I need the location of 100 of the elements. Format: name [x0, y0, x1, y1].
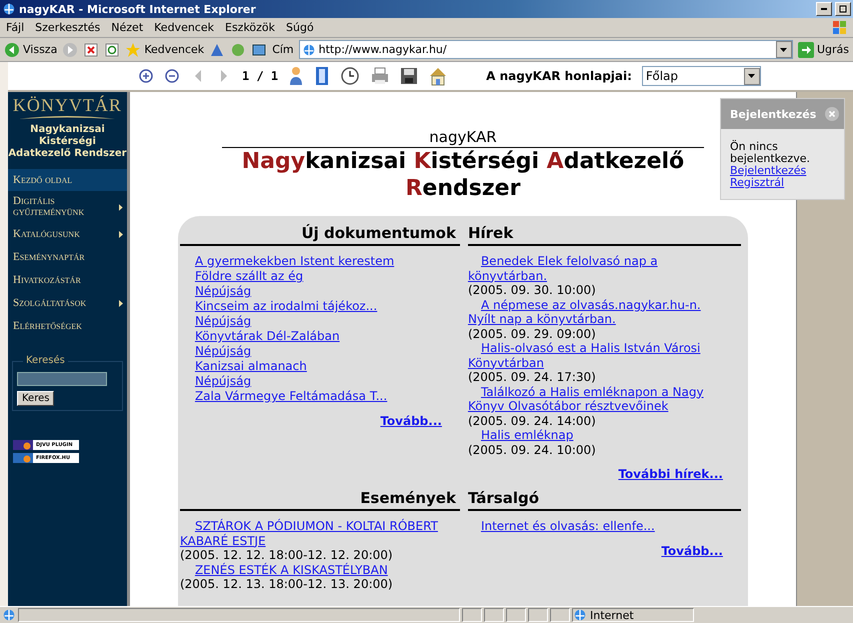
caret-icon — [119, 204, 123, 210]
document-link[interactable]: Könyvtárak Dél-Zalában — [180, 329, 340, 344]
news-link[interactable]: Halis-olvasó est a Halis István Városi Könyvtárban — [468, 341, 741, 370]
document-link[interactable]: Népújság — [180, 284, 252, 299]
minimize-button[interactable] — [816, 2, 832, 16]
go-button[interactable]: Ugrás — [798, 42, 849, 58]
nav-item[interactable]: Elérhetőségek — [8, 315, 127, 337]
search-legend: Keresés — [23, 355, 68, 366]
nav-item[interactable]: Eseménynaptár — [8, 246, 127, 268]
document-link[interactable]: A gyermekekben Istent kerestem — [180, 254, 394, 269]
restore-icon — [839, 5, 847, 13]
menu-item[interactable]: Eszközök — [225, 21, 276, 34]
home-icon[interactable] — [428, 66, 448, 86]
forum-link[interactable]: Internet és olvasás: ellenfe... — [468, 519, 741, 534]
more-link[interactable]: Tovább... — [380, 414, 442, 428]
document-link[interactable]: Kanizsai almanach — [180, 359, 307, 374]
printer-icon[interactable] — [370, 66, 390, 86]
zoom-out-icon[interactable] — [164, 68, 180, 84]
page-number: 1 / 1 — [242, 69, 278, 83]
refresh-icon[interactable] — [104, 42, 120, 58]
status-pane — [506, 608, 526, 622]
minimize-icon — [821, 8, 827, 10]
news-date: (2005. 09. 29. 09:00) — [468, 326, 597, 341]
flag-icon — [833, 20, 847, 34]
sites-label: A nagyKAR honlapjai: — [486, 69, 632, 83]
more-link[interactable]: További hírek... — [618, 467, 723, 481]
news-date: (2005. 09. 24. 17:30) — [468, 370, 597, 384]
status-pane — [528, 608, 548, 622]
status-pane — [484, 608, 504, 622]
login-link[interactable]: Regisztrál — [730, 177, 784, 189]
browser-icon[interactable] — [2, 2, 16, 16]
menu-item[interactable]: Fájl — [6, 21, 24, 34]
document-link[interactable]: Népújság — [180, 344, 252, 359]
zone-indicator: Internet — [572, 608, 694, 622]
window-title: nagyKAR - Microsoft Internet Explorer — [19, 2, 257, 16]
menu-item[interactable]: Súgó — [286, 21, 314, 34]
caret-icon — [118, 230, 123, 238]
menu-item[interactable]: Kedvencek — [154, 21, 214, 34]
globe-icon[interactable] — [573, 608, 587, 622]
section-heading: Új dokumentumok — [180, 216, 460, 246]
page-icon[interactable] — [2, 608, 16, 622]
news-link[interactable]: A népmese az olvasás.nagykar.hu-n. Nyílt nap a könyvtárban. — [468, 298, 741, 326]
caret-icon[interactable] — [748, 74, 756, 78]
document-link[interactable]: Kincseim az irodalmi tájékoz... — [180, 299, 378, 314]
back-button[interactable]: Vissza — [4, 42, 58, 58]
nav-item[interactable]: Katalógusunk — [8, 223, 127, 245]
event-link[interactable]: SZTÁROK A PÓDIUMON - KOLTAI RÓBERT KABARÉ ESTJE — [180, 519, 460, 548]
address-field[interactable]: http://www.nagykar.hu/ — [298, 40, 793, 59]
news-link[interactable]: Halis emléknap — [468, 428, 741, 442]
clock-icon[interactable] — [340, 66, 360, 86]
caret-icon — [118, 300, 123, 306]
event-link[interactable]: ZENÉS ESTÉK A KISKASTÉLYBAN — [180, 562, 460, 577]
news-date: (2005. 09. 30. 10:00) — [468, 283, 597, 298]
nav-item[interactable]: Digitális gyűjteményünk — [8, 192, 127, 222]
document-link[interactable]: Népújság — [180, 374, 252, 389]
badge-logo-icon — [13, 440, 33, 450]
news-date: (2005. 09. 24. 10:00) — [468, 442, 597, 457]
close-icon[interactable] — [825, 107, 839, 121]
status-pane — [550, 608, 570, 622]
section-heading: Események — [180, 481, 460, 511]
restore-button[interactable] — [835, 2, 851, 16]
floppy-icon[interactable] — [400, 67, 418, 85]
site-name: nagyKAR — [429, 128, 497, 146]
search-field[interactable] — [17, 372, 107, 386]
caret-icon[interactable] — [780, 48, 788, 52]
document-link[interactable]: Zala Vármegye Feltámadása T... — [180, 389, 388, 404]
search-button[interactable]: Keres — [17, 391, 54, 406]
logo-subtitle: Kistérségi — [38, 136, 97, 148]
login-title: Bejelentkezés — [730, 108, 816, 120]
stop-icon[interactable] — [83, 42, 100, 58]
status-pane — [462, 608, 482, 622]
document-link[interactable]: Népújság — [180, 314, 252, 329]
document-link[interactable]: Földre szállt az ég — [180, 269, 304, 284]
event-date: (2005. 12. 13. 18:00-12. 13. 20:00) — [180, 577, 394, 592]
logo-subtitle: Adatkezelő Rendszer — [8, 148, 127, 160]
section-heading: Társalgó — [468, 481, 741, 511]
zoom-in-icon[interactable] — [138, 68, 154, 84]
nav-item[interactable]: Szolgáltatások — [8, 292, 127, 314]
login-message: Ön nincs bejelentkezve. — [730, 141, 811, 165]
address-label: Cím — [272, 43, 294, 56]
logo-text: KÖNYVTÁR — [12, 96, 122, 114]
person-icon[interactable] — [288, 66, 304, 86]
menu-item[interactable]: Nézet — [111, 21, 144, 34]
menu-item[interactable]: Szerkesztés — [35, 21, 100, 34]
page-icon[interactable] — [302, 42, 316, 56]
badge-logo-icon — [13, 453, 33, 463]
favorites-button[interactable]: Kedvencek — [125, 42, 204, 58]
book-icon[interactable] — [314, 66, 330, 86]
logo-subtitle: Nagykanizsai — [29, 124, 106, 136]
nav-item[interactable]: Kezdő oldal — [8, 169, 127, 191]
more-link[interactable]: Tovább... — [661, 544, 723, 558]
login-link[interactable]: Bejelentkezés — [730, 165, 806, 177]
nav-item[interactable]: Hivatkozástár — [8, 269, 127, 291]
sites-select[interactable]: Főlap — [642, 66, 761, 86]
news-link[interactable]: Találkozó a Halis emléknapon a Nagy Könyv Olvasótábor résztvevőinek — [468, 384, 741, 414]
window-icon[interactable] — [251, 42, 268, 58]
news-link[interactable]: Benedek Elek felolvasó nap a könyvtárban. — [468, 254, 741, 283]
event-date: (2005. 12. 12. 18:00-12. 12. 20:00) — [180, 548, 394, 562]
star-icon — [125, 42, 142, 58]
section-heading: Hírek — [468, 216, 741, 246]
